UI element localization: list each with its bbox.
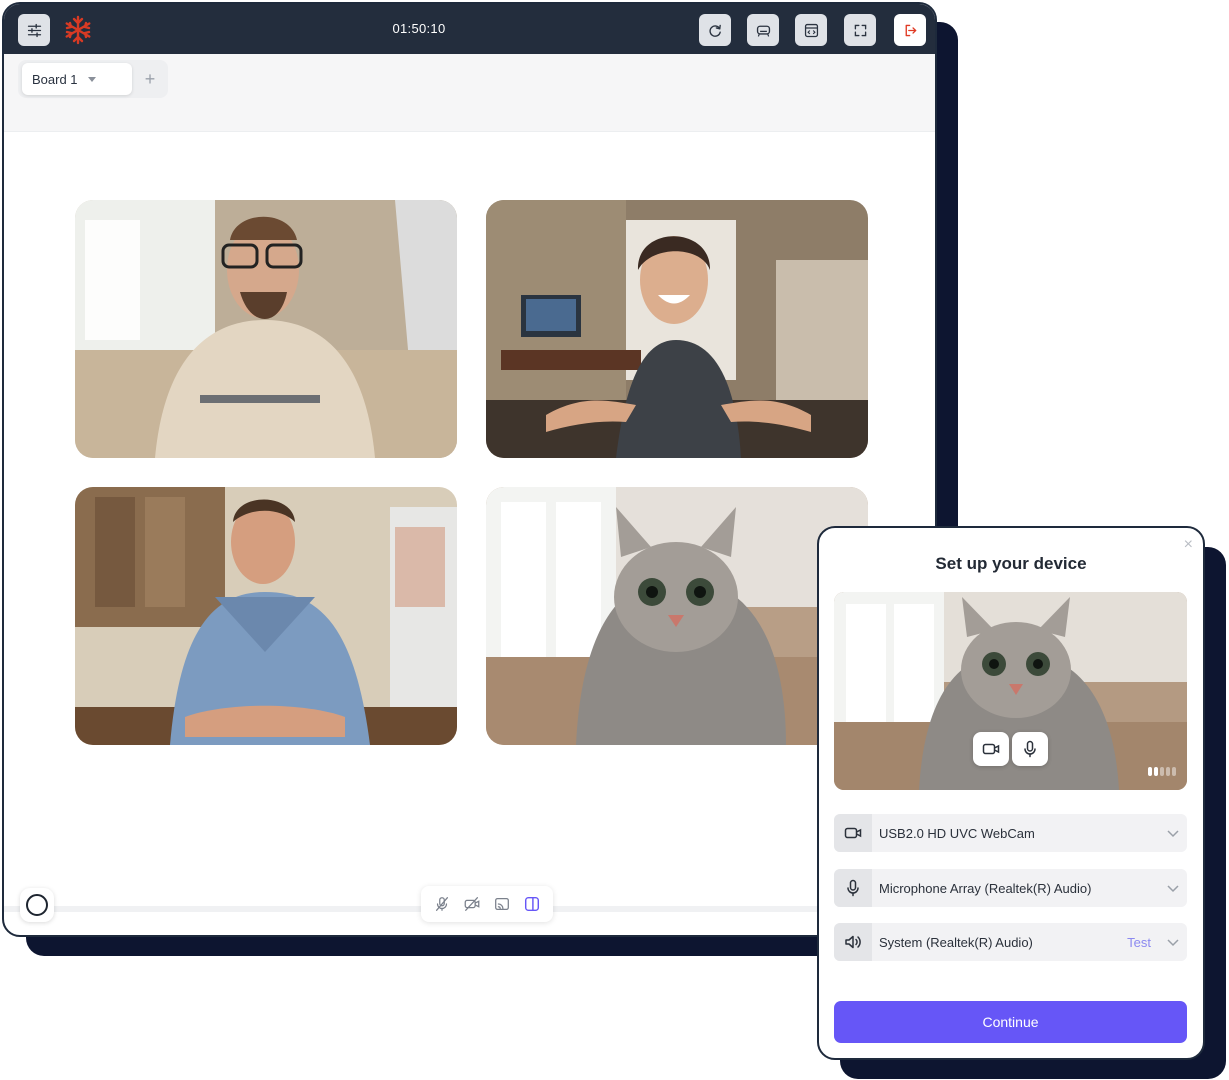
whiteboard-icon	[756, 25, 770, 37]
audio-level-bar	[1166, 767, 1170, 776]
modal-title: Set up your device	[935, 554, 1087, 573]
man-glasses-video	[75, 200, 457, 458]
camera-icon	[982, 743, 1000, 755]
audio-level-bar	[1172, 767, 1176, 776]
settings-sliders-button[interactable]	[18, 14, 50, 46]
top-toolbar: 01:50:10	[4, 4, 935, 54]
continue-button[interactable]: Continue	[834, 1001, 1187, 1043]
speaker-select[interactable]: System (Realtek(R) Audio) Test	[834, 923, 1187, 961]
close-icon[interactable]: ×	[1184, 536, 1193, 554]
audio-level-bar	[1160, 767, 1164, 776]
sliders-icon	[27, 23, 41, 37]
mic-off-icon[interactable]	[433, 895, 451, 913]
microphone-icon	[834, 869, 872, 907]
embed-button[interactable]	[795, 14, 827, 46]
split-view-icon[interactable]	[523, 895, 541, 913]
speaker-label: System (Realtek(R) Audio)	[879, 934, 1033, 950]
chevron-down-icon[interactable]	[1159, 826, 1187, 840]
camera-label: USB2.0 HD UVC WebCam	[879, 825, 1035, 841]
participant-tile-woman-smiling[interactable]	[486, 200, 868, 458]
man-kitchen-video	[75, 487, 457, 745]
redo-icon	[708, 24, 721, 37]
tab-board-1[interactable]: Board 1	[22, 63, 132, 95]
add-board-button[interactable]: +	[138, 67, 162, 91]
redo-button[interactable]	[699, 14, 731, 46]
audio-level-meter	[1148, 767, 1176, 776]
camera-select[interactable]: USB2.0 HD UVC WebCam	[834, 814, 1187, 852]
woman-smiling-video	[486, 200, 868, 458]
device-setup-modal: × Set up your device USB2.0 HD UVC WebCa…	[817, 526, 1205, 1060]
tab-label: Board 1	[32, 71, 78, 87]
cast-icon[interactable]	[493, 895, 511, 913]
camera-icon	[834, 814, 872, 852]
exit-button[interactable]	[894, 14, 926, 46]
board-tabs: Board 1 +	[4, 54, 935, 132]
toggle-mic-button[interactable]	[1012, 732, 1048, 766]
record-circle-icon	[26, 894, 48, 916]
participant-tile-man-kitchen[interactable]	[75, 487, 457, 745]
test-speaker-link[interactable]: Test	[1127, 935, 1151, 950]
embed-icon	[804, 23, 818, 37]
chevron-down-icon[interactable]	[1159, 935, 1187, 949]
toggle-camera-button[interactable]	[973, 732, 1009, 766]
cat-video	[486, 487, 868, 745]
participant-tile-cat[interactable]	[486, 487, 868, 745]
caret-down-icon[interactable]	[87, 76, 96, 82]
speaker-icon	[834, 923, 872, 961]
tab-group: Board 1 +	[18, 60, 168, 98]
media-controls	[421, 886, 553, 922]
camera-preview	[834, 592, 1187, 790]
fullscreen-icon	[854, 24, 866, 36]
audio-level-bar	[1154, 767, 1158, 776]
mic-icon	[1024, 740, 1036, 758]
meeting-window: 01:50:10 Board 1 +	[2, 2, 937, 937]
cat-preview-video	[834, 592, 1187, 790]
snowflake-logo	[65, 15, 91, 45]
meeting-timer: 01:50:10	[392, 21, 446, 36]
audio-level-bar	[1148, 767, 1152, 776]
exit-icon	[905, 24, 916, 36]
chevron-down-icon[interactable]	[1159, 881, 1187, 895]
camera-off-icon[interactable]	[463, 895, 481, 913]
microphone-label: Microphone Array (Realtek(R) Audio)	[879, 880, 1092, 896]
participant-tile-man-glasses[interactable]	[75, 200, 457, 458]
whiteboard-button[interactable]	[747, 14, 779, 46]
fullscreen-button[interactable]	[844, 14, 876, 46]
microphone-select[interactable]: Microphone Array (Realtek(R) Audio)	[834, 869, 1187, 907]
record-button[interactable]	[20, 888, 54, 922]
